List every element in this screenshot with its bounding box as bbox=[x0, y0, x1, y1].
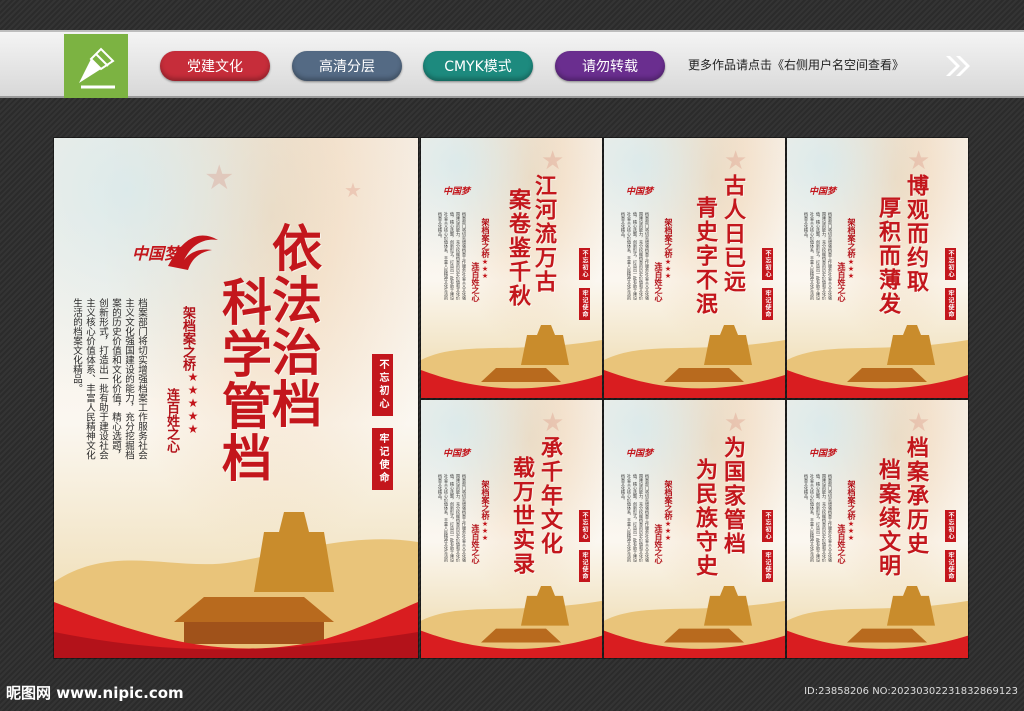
great-wall-scene bbox=[421, 320, 602, 398]
poster-title-2: 厚积而薄发 bbox=[875, 196, 901, 316]
poster-title: 江河流万古 bbox=[531, 174, 557, 294]
slogan-badge-2: 牢记使命 bbox=[372, 428, 393, 490]
subtitle-1: 架档案之桥 bbox=[847, 218, 857, 258]
pen-nib-logo-icon bbox=[79, 47, 115, 89]
great-wall-scene bbox=[54, 502, 418, 658]
stars-decoration: ★★★ bbox=[481, 520, 489, 541]
more-works-link[interactable]: 更多作品请点击《右侧用户名空间查看》 bbox=[688, 56, 904, 73]
slogan-badge-1: 不忘初心 bbox=[579, 248, 590, 280]
slogan-badge-1: 不忘初心 bbox=[945, 248, 956, 280]
stars-decoration: ★★★★★ bbox=[186, 370, 200, 435]
poster-title: 博观而约取 bbox=[903, 174, 929, 294]
poster-title-2: 档案续文明 bbox=[875, 458, 901, 578]
main-poster: ★ ★ 中国梦 依法治档 科学管档 架档案之桥 连百姓之心 ★★★★★ 档案部门… bbox=[54, 138, 418, 658]
stars-decoration: ★★★ bbox=[847, 520, 855, 541]
tag-party-culture[interactable]: 党建文化 bbox=[160, 51, 270, 81]
poster-title-2: 案卷鉴千秋 bbox=[505, 188, 531, 308]
small-poster-5: ★ 中国梦 为国家管档 为民族守史 架档案之桥 连百姓之心 ★★★ 档案部门将切… bbox=[604, 400, 785, 658]
small-poster-3: ★ 中国梦 博观而约取 厚积而薄发 架档案之桥 连百姓之心 ★★★ 档案部门将切… bbox=[787, 138, 968, 398]
tag-no-repost[interactable]: 请勿转载 bbox=[555, 51, 665, 81]
subtitle-1: 架档案之桥 bbox=[664, 218, 674, 258]
chinese-dream-swirl-icon bbox=[168, 235, 218, 270]
stars-decoration: ★★★ bbox=[481, 258, 489, 279]
slogan-badge-2: 牢记使命 bbox=[762, 550, 773, 582]
subtitle-1: 架档案之桥 bbox=[481, 480, 491, 520]
small-poster-1: ★ 中国梦 江河流万古 案卷鉴千秋 架档案之桥 连百姓之心 ★★★ 档案部门将切… bbox=[421, 138, 602, 398]
body-text: 档案部门将切实增强档案工作服务社会主义文化强国建设的能力，充分挖掘档案的历史价值… bbox=[621, 474, 650, 562]
site-watermark: 昵图网 www.nipic.com bbox=[6, 684, 184, 702]
stars-decoration: ★★★ bbox=[664, 258, 672, 279]
great-wall-scene bbox=[421, 581, 602, 658]
poster-title-2: 为民族守史 bbox=[692, 458, 718, 578]
brand-logo: 中国梦 bbox=[626, 449, 654, 459]
image-id-watermark: ID:23858206 NO:20230302231832869123 bbox=[804, 686, 1018, 697]
poster-title-2: 青史字不泯 bbox=[692, 196, 718, 316]
slogan-badge-1: 不忘初心 bbox=[372, 354, 393, 416]
great-wall-scene bbox=[787, 320, 968, 398]
poster-title: 承千年文化 bbox=[537, 436, 563, 556]
poster-title: 古人日已远 bbox=[720, 174, 746, 294]
great-wall-scene bbox=[604, 320, 785, 398]
small-poster-6: ★ 中国梦 档案承历史 档案续文明 架档案之桥 连百姓之心 ★★★ 档案部门将切… bbox=[787, 400, 968, 658]
brand-logo: 中国梦 bbox=[809, 449, 837, 459]
subtitle-1: 架档案之桥 bbox=[847, 480, 857, 520]
slogan-badge-2: 牢记使命 bbox=[579, 288, 590, 320]
stars-decoration: ★★★ bbox=[847, 258, 855, 279]
small-poster-4: ★ 中国梦 承千年文化 载万世实录 架档案之桥 连百姓之心 ★★★ 档案部门将切… bbox=[421, 400, 602, 658]
body-text: 档案部门将切实增强档案工作服务社会主义文化强国建设的能力，充分挖掘档案的历史价值… bbox=[804, 474, 833, 562]
main-title-2: 科学管档 bbox=[214, 276, 273, 484]
brand-logo: 中国梦 bbox=[626, 187, 654, 197]
body-text: 档案部门将切实增强档案工作服务社会主义文化强国建设的能力，充分挖掘档案的历史价值… bbox=[621, 212, 650, 300]
slogan-badge-2: 牢记使命 bbox=[579, 550, 590, 582]
body-text: 档案部门将切实增强档案工作服务社会主义文化强国建设的能力，充分挖掘档案的历史价值… bbox=[71, 298, 147, 460]
poster-title: 档案承历史 bbox=[903, 436, 929, 556]
slogan-badge-2: 牢记使命 bbox=[945, 288, 956, 320]
body-text: 档案部门将切实增强档案工作服务社会主义文化强国建设的能力，充分挖掘档案的历史价值… bbox=[804, 212, 833, 300]
double-chevron-right-icon[interactable] bbox=[944, 54, 972, 78]
brand-logo: 中国梦 bbox=[809, 187, 837, 197]
slogan-badge-1: 不忘初心 bbox=[579, 510, 590, 542]
slogan-badge-1: 不忘初心 bbox=[945, 510, 956, 542]
subtitle-2: 连百姓之心 bbox=[164, 388, 179, 453]
logo bbox=[64, 34, 128, 98]
top-banner: 党建文化 高清分层 CMYK模式 请勿转载 更多作品请点击《右侧用户名空间查看》 bbox=[0, 30, 1024, 98]
subtitle-1: 架档案之桥 bbox=[664, 480, 674, 520]
tag-cmyk[interactable]: CMYK模式 bbox=[423, 51, 533, 81]
poster-title-2: 载万世实录 bbox=[509, 456, 535, 576]
small-poster-2: ★ 中国梦 古人日已远 青史字不泯 架档案之桥 连百姓之心 ★★★ 档案部门将切… bbox=[604, 138, 785, 398]
stars-decoration: ★★★ bbox=[664, 520, 672, 541]
poster-title: 为国家管档 bbox=[720, 436, 746, 556]
slogan-badge-2: 牢记使命 bbox=[762, 288, 773, 320]
tag-hd-layers[interactable]: 高清分层 bbox=[292, 51, 402, 81]
slogan-badge-1: 不忘初心 bbox=[762, 510, 773, 542]
brand-logo: 中国梦 bbox=[443, 449, 471, 459]
great-wall-scene bbox=[604, 581, 785, 658]
brand-logo: 中国梦 bbox=[443, 187, 471, 197]
slogan-badge-1: 不忘初心 bbox=[762, 248, 773, 280]
slogan-badge-2: 牢记使命 bbox=[945, 550, 956, 582]
subtitle-1: 架档案之桥 bbox=[180, 306, 195, 371]
great-wall-scene bbox=[787, 581, 968, 658]
subtitle-1: 架档案之桥 bbox=[481, 218, 491, 258]
body-text: 档案部门将切实增强档案工作服务社会主义文化强国建设的能力，充分挖掘档案的历史价值… bbox=[438, 212, 467, 300]
body-text: 档案部门将切实增强档案工作服务社会主义文化强国建设的能力，充分挖掘档案的历史价值… bbox=[438, 474, 467, 562]
